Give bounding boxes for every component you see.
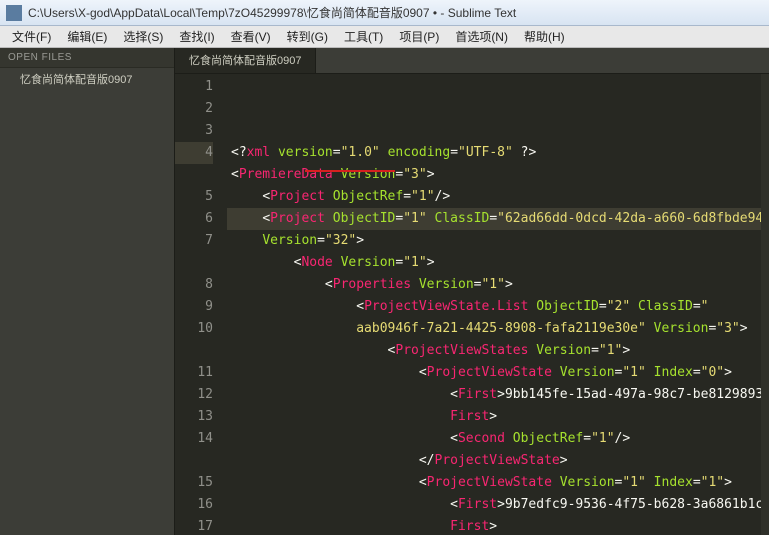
minimap[interactable]	[761, 74, 769, 535]
line-number: 14	[175, 428, 213, 450]
editor-area: 忆食尚简体配音版0907 123456789101112131415161718…	[175, 48, 769, 535]
menu-item[interactable]: 工具(T)	[336, 26, 391, 47]
menu-item[interactable]: 文件(F)	[4, 26, 59, 47]
line-number: 7	[175, 230, 213, 252]
tab[interactable]: 忆食尚简体配音版0907	[175, 48, 316, 73]
annotation-underline	[305, 170, 395, 172]
open-files-header: OPEN FILES	[0, 48, 174, 68]
menu-item[interactable]: 帮助(H)	[516, 26, 573, 47]
code-line[interactable]: <ProjectViewState Version="1" Index="1">	[227, 472, 761, 494]
code-line[interactable]: First>	[227, 516, 761, 535]
line-number	[175, 252, 213, 274]
line-number: 17	[175, 516, 213, 535]
line-number: 8	[175, 274, 213, 296]
menu-item[interactable]: 选择(S)	[115, 26, 171, 47]
open-file-item[interactable]: 忆食尚简体配音版0907	[0, 68, 174, 90]
line-number: 12	[175, 384, 213, 406]
code-line[interactable]: aab0946f-7a21-4425-8908-fafa2119e30e" Ve…	[227, 318, 761, 340]
line-number: 15	[175, 472, 213, 494]
code-line[interactable]: <Project ObjectRef="1"/>	[227, 186, 761, 208]
code-line[interactable]: <ProjectViewState Version="1" Index="0">	[227, 362, 761, 384]
sidebar: OPEN FILES 忆食尚简体配音版0907	[0, 48, 175, 535]
line-number: 13	[175, 406, 213, 428]
line-number: 1	[175, 76, 213, 98]
menu-item[interactable]: 编辑(E)	[59, 26, 115, 47]
gutter: 1234567891011121314151617181920	[175, 74, 227, 535]
code-line[interactable]: <PremiereData Version="3">	[227, 164, 761, 186]
line-number: 2	[175, 98, 213, 120]
line-number: 4	[175, 142, 213, 164]
titlebar: C:\Users\X-god\AppData\Local\Temp\7zO452…	[0, 0, 769, 26]
line-number	[175, 340, 213, 362]
code-line[interactable]: <Node Version="1">	[227, 252, 761, 274]
code-line[interactable]: First>	[227, 406, 761, 428]
window-title: C:\Users\X-god\AppData\Local\Temp\7zO452…	[28, 4, 516, 21]
line-number: 16	[175, 494, 213, 516]
code-line[interactable]: Version="32">	[227, 230, 761, 252]
line-number: 3	[175, 120, 213, 142]
menu-item[interactable]: 查看(V)	[223, 26, 279, 47]
code-line[interactable]: <First>9b7edfc9-9536-4f75-b628-3a6861b1c…	[227, 494, 761, 516]
line-number: 10	[175, 318, 213, 340]
code-line[interactable]: </ProjectViewState>	[227, 450, 761, 472]
code-line[interactable]: <First>9bb145fe-15ad-497a-98c7-be8129893…	[227, 384, 761, 406]
line-number: 5	[175, 186, 213, 208]
line-number: 9	[175, 296, 213, 318]
workspace: OPEN FILES 忆食尚简体配音版0907 忆食尚简体配音版0907 123…	[0, 48, 769, 535]
code[interactable]: <?xml version="1.0" encoding="UTF-8" ?><…	[227, 74, 761, 535]
menubar: 文件(F)编辑(E)选择(S)查找(I)查看(V)转到(G)工具(T)项目(P)…	[0, 26, 769, 48]
code-line[interactable]: <Properties Version="1">	[227, 274, 761, 296]
tabs: 忆食尚简体配音版0907	[175, 48, 769, 74]
menu-item[interactable]: 首选项(N)	[447, 26, 516, 47]
code-line[interactable]: <ProjectViewState.List ObjectID="2" Clas…	[227, 296, 761, 318]
menu-item[interactable]: 转到(G)	[279, 26, 336, 47]
code-line[interactable]: <?xml version="1.0" encoding="UTF-8" ?>	[227, 142, 761, 164]
app-icon	[6, 5, 22, 21]
code-line[interactable]: <ProjectViewStates Version="1">	[227, 340, 761, 362]
line-number	[175, 164, 213, 186]
code-area[interactable]: 1234567891011121314151617181920 <?xml ve…	[175, 74, 769, 535]
line-number	[175, 450, 213, 472]
line-number: 11	[175, 362, 213, 384]
code-line[interactable]: <Second ObjectRef="1"/>	[227, 428, 761, 450]
menu-item[interactable]: 查找(I)	[171, 26, 222, 47]
menu-item[interactable]: 项目(P)	[391, 26, 447, 47]
code-line[interactable]: <Project ObjectID="1" ClassID="62ad66dd-…	[227, 208, 761, 230]
line-number: 6	[175, 208, 213, 230]
